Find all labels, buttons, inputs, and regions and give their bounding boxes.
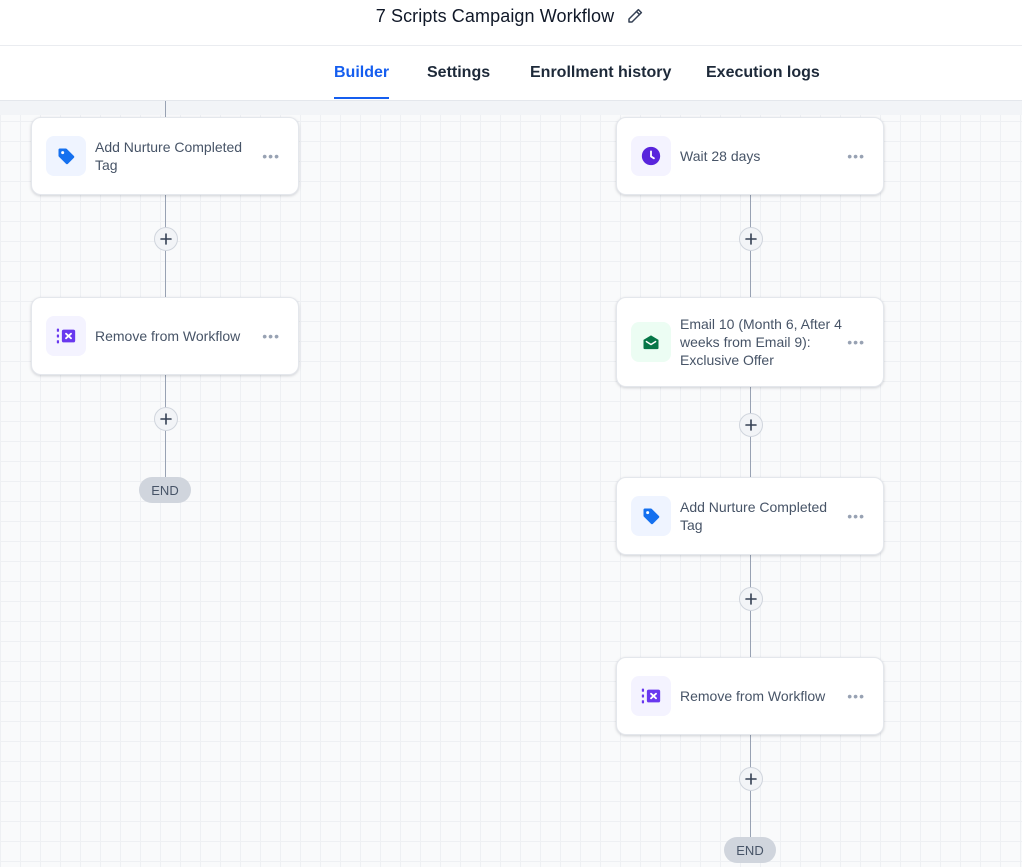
tab-execution-logs[interactable]: Execution logs — [706, 46, 820, 99]
node-menu-button[interactable]: ••• — [847, 509, 865, 523]
node-icon-container — [631, 496, 671, 536]
clock-icon — [641, 146, 661, 166]
add-step-button[interactable] — [739, 767, 763, 791]
remove-from-workflow-icon — [56, 328, 76, 344]
node-label: Add Nurture Completed Tag — [95, 139, 243, 173]
pencil-icon — [628, 8, 643, 23]
plus-icon — [745, 773, 757, 785]
plus-icon — [745, 233, 757, 245]
workflow-step-add-tag[interactable]: Add Nurture Completed Tag ••• — [616, 477, 884, 555]
plus-icon — [745, 419, 757, 431]
add-step-button[interactable] — [739, 227, 763, 251]
workflow-end-marker: END — [139, 477, 191, 503]
add-step-button[interactable] — [739, 413, 763, 437]
workflow-header: 7 Scripts Campaign Workflow Builder Sett… — [0, 0, 1022, 101]
node-menu-button[interactable]: ••• — [847, 149, 865, 163]
node-icon-container — [631, 676, 671, 716]
node-icon-container — [46, 316, 86, 356]
node-menu-button[interactable]: ••• — [262, 149, 280, 163]
workflow-step-add-tag[interactable]: Add Nurture Completed Tag ••• — [31, 117, 299, 195]
add-step-button[interactable] — [739, 587, 763, 611]
workflow-end-marker: END — [724, 837, 776, 863]
node-label: Remove from Workflow — [680, 688, 826, 704]
workflow-step-remove-from-workflow[interactable]: Remove from Workflow ••• — [31, 297, 299, 375]
workflow-step-remove-from-workflow[interactable]: Remove from Workflow ••• — [616, 657, 884, 735]
canvas-top-band — [0, 101, 1022, 115]
node-label: Add Nurture Completed Tag — [680, 499, 828, 533]
workflow-title: 7 Scripts Campaign Workflow — [375, 5, 615, 26]
tab-settings[interactable]: Settings — [427, 46, 490, 99]
tag-icon — [58, 148, 75, 165]
node-label: Email 10 (Month 6, After 4 weeks from Em… — [680, 316, 842, 368]
node-menu-button[interactable]: ••• — [847, 335, 865, 349]
node-icon-container — [46, 136, 86, 176]
tab-builder[interactable]: Builder — [334, 46, 390, 99]
plus-icon — [160, 233, 172, 245]
node-icon-container — [631, 322, 671, 362]
workflow-step-email[interactable]: Email 10 (Month 6, After 4 weeks from Em… — [616, 297, 884, 387]
node-icon-container — [631, 136, 671, 176]
tag-icon — [643, 508, 660, 525]
email-icon — [643, 335, 659, 350]
remove-from-workflow-icon — [641, 688, 661, 704]
plus-icon — [745, 593, 757, 605]
edit-title-button[interactable] — [624, 5, 646, 27]
add-step-button[interactable] — [154, 407, 178, 431]
workflow-step-wait[interactable]: Wait 28 days ••• — [616, 117, 884, 195]
add-step-button[interactable] — [154, 227, 178, 251]
node-menu-button[interactable]: ••• — [262, 329, 280, 343]
workflow-canvas[interactable]: Add Nurture Completed Tag ••• Remove fro… — [0, 101, 1022, 867]
connector-line — [165, 101, 166, 117]
tab-enrollment-history[interactable]: Enrollment history — [530, 46, 671, 99]
title-bar: 7 Scripts Campaign Workflow — [0, 4, 1022, 28]
node-label: Remove from Workflow — [95, 328, 241, 344]
node-menu-button[interactable]: ••• — [847, 689, 865, 703]
plus-icon — [160, 413, 172, 425]
tab-bar: Builder Settings Enrollment history Exec… — [0, 46, 1022, 100]
node-label: Wait 28 days — [680, 148, 761, 164]
